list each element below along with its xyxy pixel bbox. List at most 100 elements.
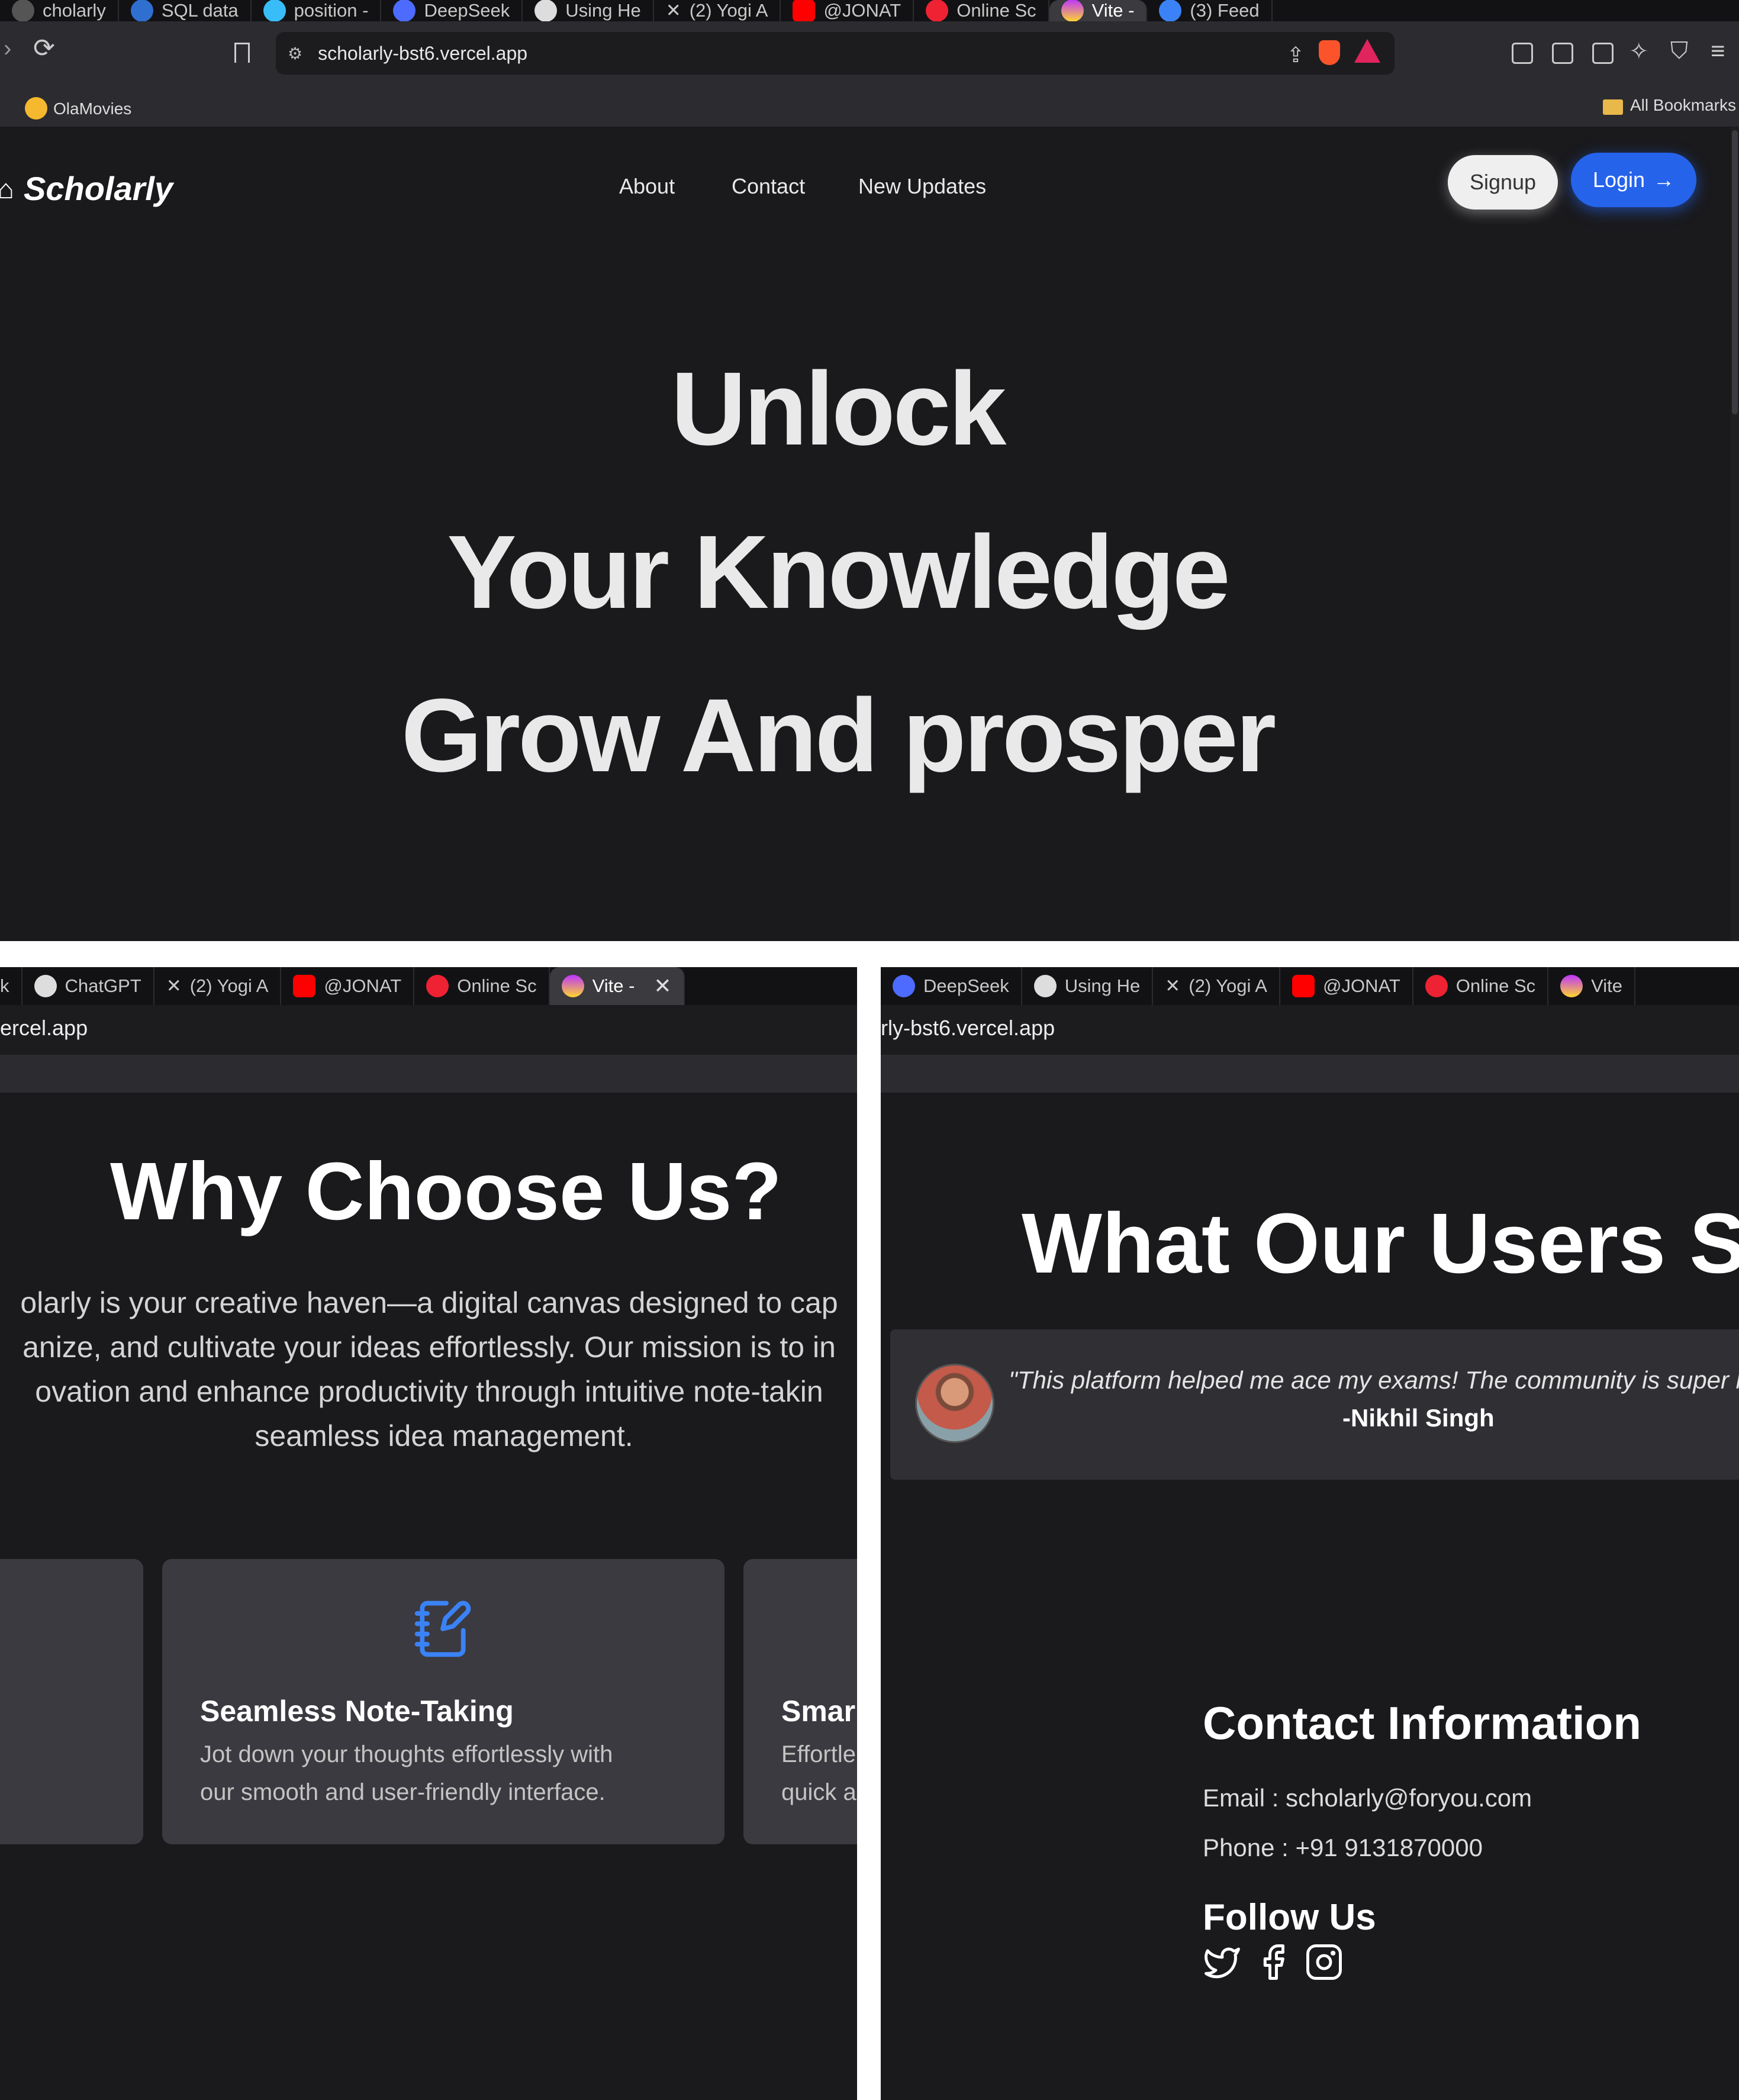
bookmark-olamovies[interactable]: OlaMovies: [53, 99, 131, 118]
sidebar-icon[interactable]: [1552, 43, 1573, 64]
tab-partial[interactable]: k: [0, 967, 22, 1005]
youtube-icon: [793, 0, 816, 22]
reload-icon[interactable]: ⟳: [33, 33, 55, 63]
tab-feed[interactable]: (3) Feed: [1147, 0, 1273, 22]
x-icon: ✕: [166, 975, 182, 996]
vite-icon: [1560, 975, 1583, 997]
tab-yogi[interactable]: ✕ (2) Yogi A: [1153, 967, 1280, 1005]
forward-icon[interactable]: ›: [4, 36, 11, 62]
tab-online[interactable]: Online Sc: [1413, 967, 1549, 1005]
card-title: Smar: [781, 1695, 856, 1728]
tab-jonat[interactable]: @JONAT: [781, 0, 914, 22]
menu-icon[interactable]: ≡: [1711, 37, 1725, 65]
brave-rewards-icon[interactable]: [1354, 39, 1380, 63]
tab-jonat[interactable]: @JONAT: [1280, 967, 1413, 1005]
tab-yogi[interactable]: ✕ (2) Yogi A: [154, 967, 282, 1005]
share-icon[interactable]: ⇪: [1287, 43, 1305, 67]
bookmarks-bar: [0, 1055, 857, 1093]
site-logo[interactable]: Scholarly: [24, 169, 173, 208]
nav-about[interactable]: About: [619, 174, 675, 199]
browser-window-why: k ChatGPT ✕ (2) Yogi A @JONAT Online Sc V…: [0, 967, 857, 2100]
signup-button[interactable]: Signup: [1448, 155, 1558, 210]
avatar: [915, 1364, 994, 1443]
bookmarks-bar: [881, 1055, 1739, 1093]
instagram-icon[interactable]: [1305, 1943, 1344, 1982]
tab-vite[interactable]: Vite: [1548, 967, 1636, 1005]
bookmark-icon[interactable]: [234, 43, 250, 63]
tab-yogi[interactable]: ✕ (2) Yogi A: [654, 0, 781, 21]
url-text: scholarly-bst6.vercel.app: [318, 42, 528, 64]
tab-position[interactable]: position -: [252, 0, 382, 22]
arrow-right-icon: →: [1653, 168, 1675, 192]
contact-phone: Phone : +91 9131870000: [1203, 1834, 1483, 1861]
x-icon: ✕: [665, 0, 681, 21]
address-bar[interactable]: rly-bst6.vercel.app: [881, 1005, 1739, 1055]
why-title: Why Choose Us?: [110, 1146, 782, 1237]
twitter-icon[interactable]: [1203, 1943, 1242, 1982]
close-icon[interactable]: ✕: [653, 974, 671, 999]
tab-deepseek[interactable]: DeepSeek: [381, 0, 523, 22]
address-bar[interactable]: ercel.app: [0, 1005, 857, 1055]
tab-scholarly[interactable]: cholarly: [0, 0, 119, 22]
site-settings-icon[interactable]: ⚙: [288, 44, 302, 63]
tab-deepseek[interactable]: DeepSeek: [881, 967, 1022, 1005]
card-desc-line-2: quick a: [781, 1779, 856, 1805]
tab-chatgpt[interactable]: ChatGPT: [22, 967, 154, 1005]
tab-sql[interactable]: SQL data: [119, 0, 252, 22]
openai-icon: [1033, 975, 1057, 997]
tab-using[interactable]: Using He: [523, 0, 654, 22]
tab-strip: cholarly SQL data position - DeepSeek Us…: [0, 0, 1739, 22]
tab-using[interactable]: Using He: [1022, 967, 1154, 1005]
emoji-icon: [25, 97, 47, 120]
tab-online[interactable]: Online Sc: [414, 967, 550, 1005]
facebook-icon[interactable]: [1254, 1943, 1293, 1982]
feature-card-smart: Smar Effortle quick a: [743, 1559, 857, 1844]
hero-line-2: Your Knowledge: [447, 514, 1230, 630]
tab-jonat[interactable]: @JONAT: [281, 967, 415, 1005]
testimonial-quote: "This platform helped me ace my exams! T…: [1009, 1366, 1739, 1394]
x-icon: ✕: [1165, 975, 1181, 996]
tailwind-icon: [263, 0, 286, 22]
contact-title: Contact Information: [1203, 1697, 1641, 1749]
tab-online[interactable]: Online Sc: [914, 0, 1049, 22]
wallet-icon[interactable]: [1592, 43, 1614, 64]
why-line-1: olarly is your creative haven—a digital …: [20, 1286, 838, 1319]
card-desc-line-1: Effortle: [781, 1741, 856, 1767]
browser-window-home: cholarly SQL data position - DeepSeek Us…: [0, 0, 1739, 941]
feature-card-partial: [0, 1559, 143, 1844]
card-title: Seamless Note-Taking: [200, 1695, 514, 1728]
tab-strip: DeepSeek Using He ✕ (2) Yogi A @JONAT Onl…: [881, 967, 1739, 1005]
favicon-icon: [130, 0, 153, 22]
vpn-icon[interactable]: ⛉: [1670, 38, 1688, 65]
nav-new-updates[interactable]: New Updates: [858, 174, 986, 199]
url-text: rly-bst6.vercel.app: [881, 1016, 1055, 1040]
bookmarks-bar: OlaMovies All Bookmarks: [0, 90, 1739, 127]
vite-icon: [1061, 0, 1084, 22]
brave-shields-icon[interactable]: [1319, 40, 1340, 65]
openai-icon: [534, 0, 558, 22]
leo-icon[interactable]: ✧: [1629, 38, 1649, 65]
deepseek-icon: [893, 975, 915, 997]
all-bookmarks[interactable]: All Bookmarks: [1630, 96, 1736, 115]
record-icon: [926, 0, 949, 22]
graduation-cap-icon: ⌂: [0, 173, 14, 204]
card-desc-line-2: our smooth and user-friendly interface.: [200, 1779, 606, 1805]
favicon-icon: [12, 0, 34, 22]
folder-icon: [1603, 99, 1623, 115]
tab-vite[interactable]: Vite -: [1049, 0, 1148, 22]
nav-contact[interactable]: Contact: [732, 174, 805, 199]
hero-line-3: Grow And prosper: [401, 678, 1276, 794]
why-line-3: ovation and enhance productivity through…: [35, 1375, 823, 1408]
testimonial-author: -Nikhil Singh: [1342, 1404, 1495, 1432]
tab-vite[interactable]: Vite - ✕: [549, 967, 685, 1005]
address-bar[interactable]: ⚙ scholarly-bst6.vercel.app ⇪: [276, 32, 1395, 75]
deepseek-icon: [393, 0, 416, 22]
users-title: What Our Users Sa: [1022, 1196, 1739, 1291]
testimonial-card: "This platform helped me ace my exams! T…: [890, 1329, 1739, 1480]
url-text: ercel.app: [0, 1016, 88, 1040]
hero-line-1: Unlock: [671, 351, 1007, 467]
login-button[interactable]: Login →: [1571, 153, 1696, 207]
follow-title: Follow Us: [1203, 1897, 1376, 1938]
scrollbar-thumb[interactable]: [1732, 130, 1738, 414]
extensions-icon[interactable]: [1512, 43, 1533, 64]
